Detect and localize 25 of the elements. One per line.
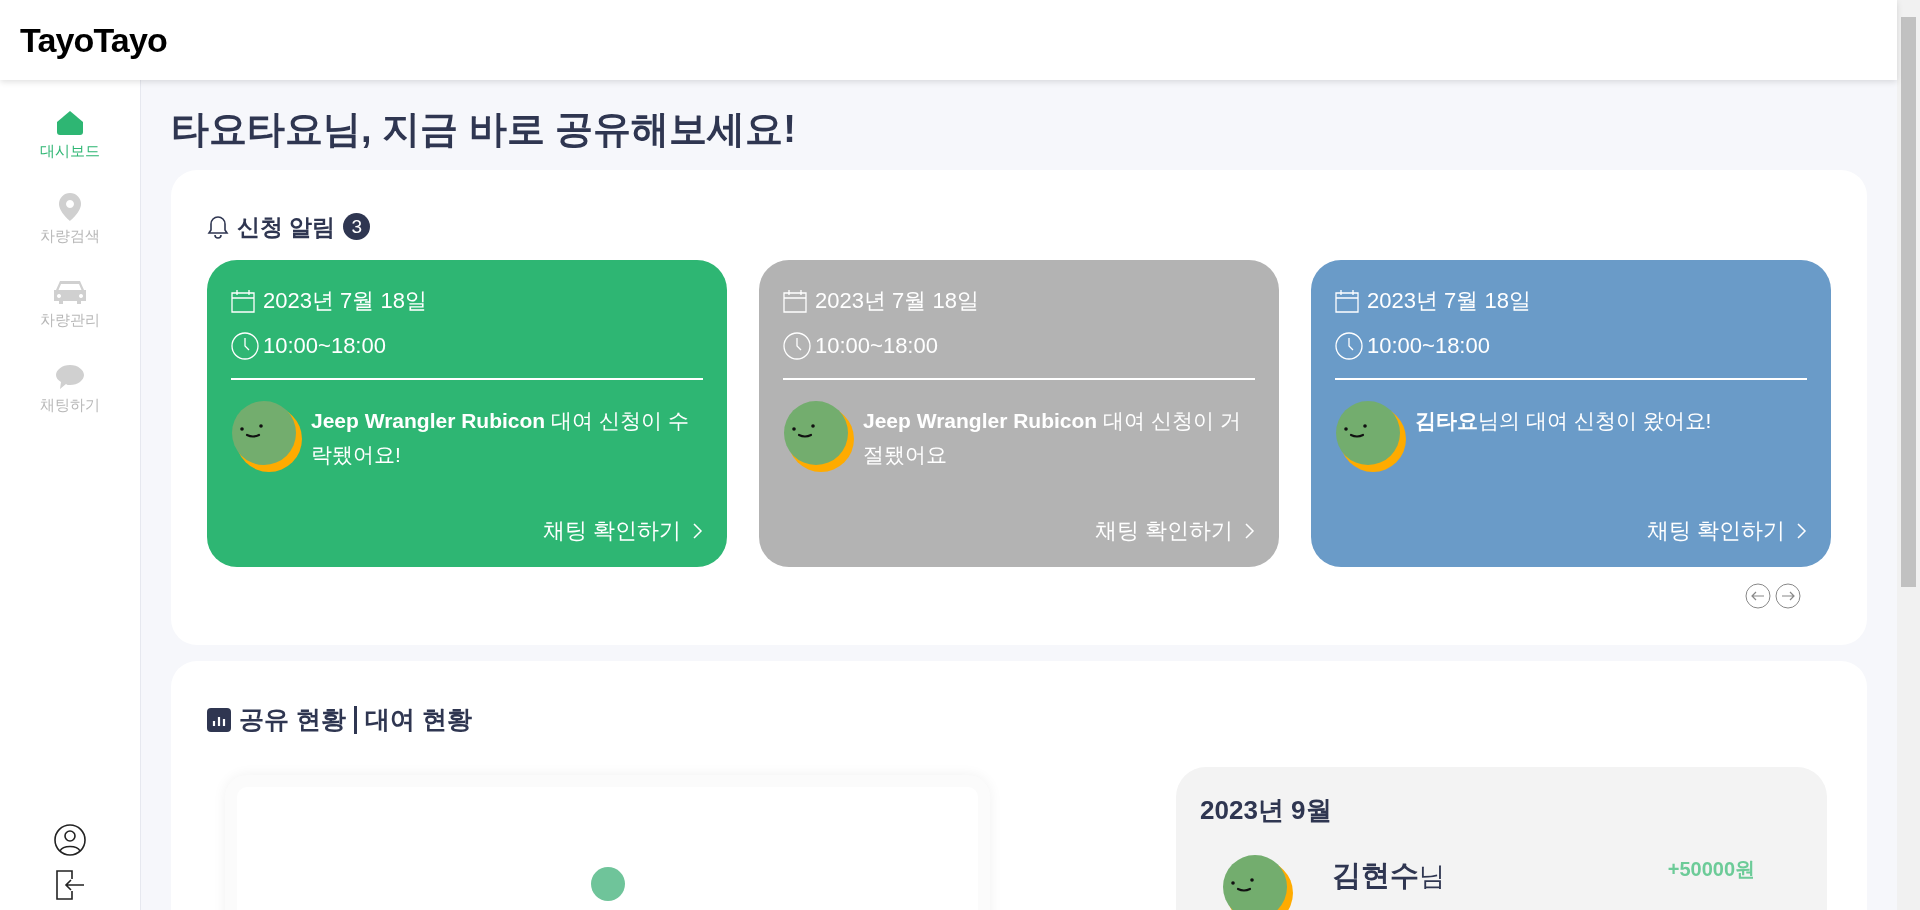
sidebar-item[interactable]: 차량검색 [25, 188, 115, 251]
time-text: 10:00~18:00 [815, 332, 938, 360]
count-badge: 3 [343, 213, 371, 241]
date-text: 2023년 7월 18일 [1367, 287, 1531, 315]
section-title: 신청 알림 [237, 212, 336, 242]
time-text: 10:00~18:00 [263, 332, 386, 360]
sidebar-item[interactable]: 대시보드 [25, 104, 115, 167]
month-title: 2023년 9월 [1200, 793, 1333, 827]
user-name: 김현수님 [1332, 857, 1445, 893]
notification-message: 김타요님의 대여 신청이 왔어요! [1415, 408, 1712, 434]
logo[interactable]: TayoTayo [20, 14, 167, 66]
date-text: 2023년 7월 18일 [263, 287, 427, 315]
section-title: 공유 현황 [239, 704, 346, 735]
chat-link[interactable]: 채팅 확인하기 [542, 514, 703, 547]
chat-link[interactable]: 채팅 확인하기 [1646, 514, 1807, 547]
notification-message: Jeep Wrangler Rubicon 대여 신청이 거절됐어요 [863, 408, 1242, 468]
date-text: 2023년 7월 18일 [815, 287, 979, 315]
page-title: 타요타요님, 지금 바로 공유해보세요! [171, 107, 797, 152]
sidebar-item[interactable]: 차량관리 [25, 273, 115, 336]
time-text: 10:00~18:00 [1367, 332, 1490, 360]
amount-text: +50000원 [1667, 856, 1755, 882]
chat-link[interactable]: 채팅 확인하기 [1094, 514, 1255, 547]
notification-message: Jeep Wrangler Rubicon 대여 신청이 수락됐어요! [311, 408, 690, 468]
section-title: 대여 현황 [364, 704, 472, 735]
sidebar-item[interactable]: 채팅하기 [25, 357, 115, 420]
